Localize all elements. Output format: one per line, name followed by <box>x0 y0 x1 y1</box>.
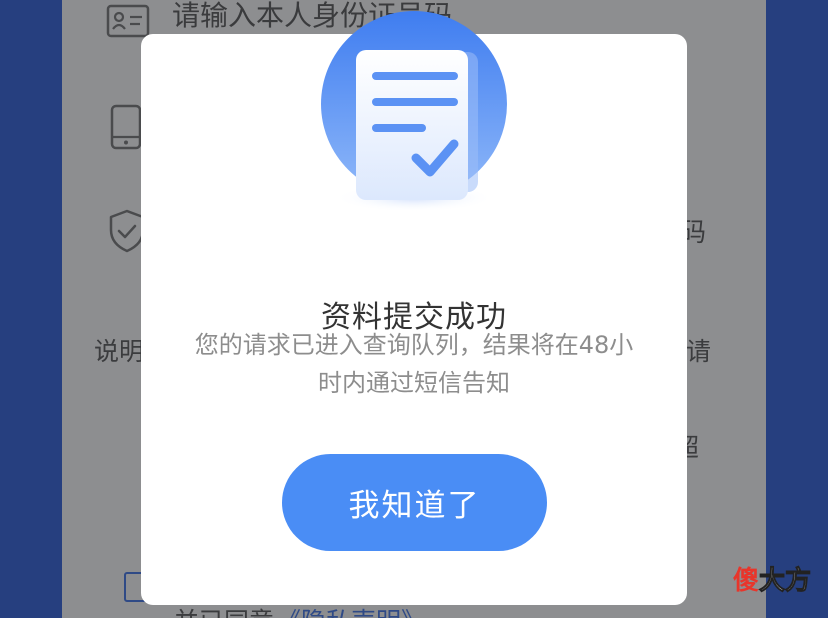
dialog-message-line1: 您的请求已进入查询队列，结果将在48小 <box>194 331 634 359</box>
dialog-message-line2: 时内通过短信告知 <box>318 369 510 397</box>
watermark-part2: 大方 <box>759 566 812 597</box>
id-card-icon <box>106 4 150 38</box>
watermark-part1: 傻 <box>733 566 760 596</box>
note-suffix: 请 <box>686 337 712 366</box>
document-check-icon <box>321 11 507 212</box>
watermark-logo: 傻大方 <box>733 560 812 597</box>
note-label: 说明 <box>94 337 145 366</box>
dialog-message: 您的请求已进入查询队列，结果将在48小 时内通过短信告知 <box>159 326 669 402</box>
ok-button[interactable]: 我知道了 <box>282 454 547 551</box>
phone-icon <box>110 104 142 150</box>
